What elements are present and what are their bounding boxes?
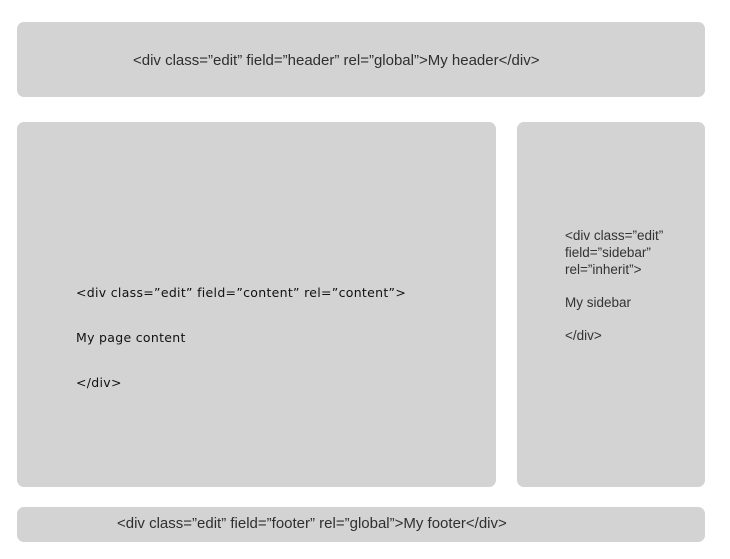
sidebar-code-line-rel: rel=”inherit”> (565, 262, 642, 277)
content-code-line-text: My page content (76, 330, 186, 345)
sidebar-code-block: <div class=”edit” field=”sidebar” rel=”i… (565, 227, 663, 344)
footer-region: <div class=”edit” field=”footer” rel=”gl… (17, 507, 705, 542)
content-code-line-close: </div> (76, 375, 122, 390)
sidebar-code-line-close: </div> (565, 328, 602, 343)
content-code-block: <div class=”edit” field=”content” rel=”c… (76, 255, 406, 420)
content-region: <div class=”edit” field=”content” rel=”c… (17, 122, 496, 487)
footer-code-label: <div class=”edit” field=”footer” rel=”gl… (117, 515, 507, 532)
header-region: <div class=”edit” field=”header” rel=”gl… (17, 22, 705, 97)
header-code-label: <div class=”edit” field=”header” rel=”gl… (133, 52, 540, 69)
sidebar-code-line-field: field=”sidebar” (565, 245, 651, 260)
sidebar-region: <div class=”edit” field=”sidebar” rel=”i… (517, 122, 705, 487)
sidebar-code-line-text: My sidebar (565, 295, 632, 310)
sidebar-code-line-class: <div class=”edit” (565, 228, 664, 243)
content-code-line-open: <div class=”edit” field=”content” rel=”c… (76, 285, 407, 300)
